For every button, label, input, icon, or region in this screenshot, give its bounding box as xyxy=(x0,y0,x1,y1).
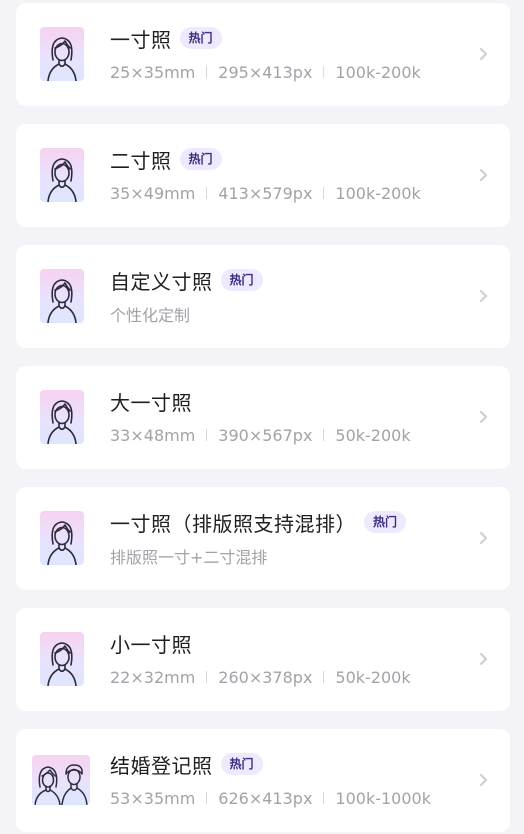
hot-badge: 热门 xyxy=(364,511,407,533)
size-specs: 35×49mm 413×579px 100k-200k xyxy=(110,182,421,204)
spec-filesize: 50k-200k xyxy=(335,667,411,687)
spec-mm: 25×35mm xyxy=(110,62,196,82)
chevron-right-icon xyxy=(478,44,490,64)
size-title: 大一寸照 xyxy=(110,390,192,415)
size-title: 小一寸照 xyxy=(110,632,192,657)
divider xyxy=(323,671,325,683)
size-title: 结婚登记照 xyxy=(110,753,213,778)
divider xyxy=(206,792,208,804)
size-card-custom[interactable]: 自定义寸照 热门 个性化定制 xyxy=(16,245,510,348)
spec-px: 260×378px xyxy=(218,667,313,687)
chevron-right-icon xyxy=(478,286,490,306)
size-card-marriage[interactable]: 结婚登记照 热门 53×35mm 626×413px 100k-1000k xyxy=(16,729,510,832)
person-portrait-icon xyxy=(40,269,84,323)
spec-px: 413×579px xyxy=(218,183,313,203)
couple-portrait-icon xyxy=(32,755,90,805)
size-specs: 53×35mm 626×413px 100k-1000k xyxy=(110,787,431,809)
size-card-small-one-inch[interactable]: 小一寸照 22×32mm 260×378px 50k-200k xyxy=(16,608,510,711)
size-specs: 25×35mm 295×413px 100k-200k xyxy=(110,61,421,83)
chevron-right-icon xyxy=(478,528,490,548)
chevron-right-icon xyxy=(478,165,490,185)
divider xyxy=(323,187,325,199)
divider xyxy=(206,187,208,199)
size-card-two-inch[interactable]: 二寸照 热门 35×49mm 413×579px 100k-200k xyxy=(16,124,510,227)
hot-badge: 热门 xyxy=(220,753,263,775)
chevron-right-icon xyxy=(478,770,490,790)
size-title: 一寸照 xyxy=(110,27,172,52)
divider xyxy=(206,671,208,683)
spec-mm: 33×48mm xyxy=(110,425,196,445)
divider xyxy=(206,66,208,78)
size-subtitle: 排版照一寸+二寸混排 xyxy=(110,545,267,567)
spec-filesize: 100k-1000k xyxy=(335,788,431,808)
divider xyxy=(206,429,208,441)
divider xyxy=(323,792,325,804)
size-title: 自定义寸照 xyxy=(110,269,213,294)
hot-badge: 热门 xyxy=(179,148,222,170)
subtitle-text: 排版照一寸+二寸混排 xyxy=(110,548,268,567)
size-card-large-one-inch[interactable]: 大一寸照 33×48mm 390×567px 50k-200k xyxy=(16,366,510,469)
person-portrait-icon xyxy=(40,27,84,81)
spec-px: 626×413px xyxy=(218,788,313,808)
spec-mm: 53×35mm xyxy=(110,788,196,808)
person-portrait-icon xyxy=(40,148,84,202)
size-title: 一寸照（排版照支持混排） xyxy=(110,511,356,536)
spec-filesize: 50k-200k xyxy=(335,425,411,445)
chevron-right-icon xyxy=(478,407,490,427)
hot-badge: 热门 xyxy=(220,269,263,291)
size-title: 二寸照 xyxy=(110,148,172,173)
divider xyxy=(323,66,325,78)
size-card-one-inch-layout[interactable]: 一寸照（排版照支持混排） 热门 排版照一寸+二寸混排 xyxy=(16,487,510,590)
spec-px: 390×567px xyxy=(218,425,313,445)
spec-mm: 22×32mm xyxy=(110,667,196,687)
size-card-one-inch[interactable]: 一寸照 热门 25×35mm 295×413px 100k-200k xyxy=(16,3,510,106)
person-portrait-icon xyxy=(40,390,84,444)
hot-badge: 热门 xyxy=(179,27,222,49)
subtitle-text: 个性化定制 xyxy=(110,306,191,325)
spec-px: 295×413px xyxy=(218,62,313,82)
chevron-right-icon xyxy=(478,649,490,669)
size-subtitle: 个性化定制 xyxy=(110,303,190,325)
person-portrait-icon xyxy=(40,632,84,686)
size-specs: 22×32mm 260×378px 50k-200k xyxy=(110,666,411,688)
spec-filesize: 100k-200k xyxy=(335,62,421,82)
spec-mm: 35×49mm xyxy=(110,183,196,203)
spec-filesize: 100k-200k xyxy=(335,183,421,203)
divider xyxy=(323,429,325,441)
person-portrait-icon xyxy=(40,511,84,565)
photo-size-list: 一寸照 热门 25×35mm 295×413px 100k-200k 二寸照 热… xyxy=(0,0,524,834)
size-specs: 33×48mm 390×567px 50k-200k xyxy=(110,424,411,446)
